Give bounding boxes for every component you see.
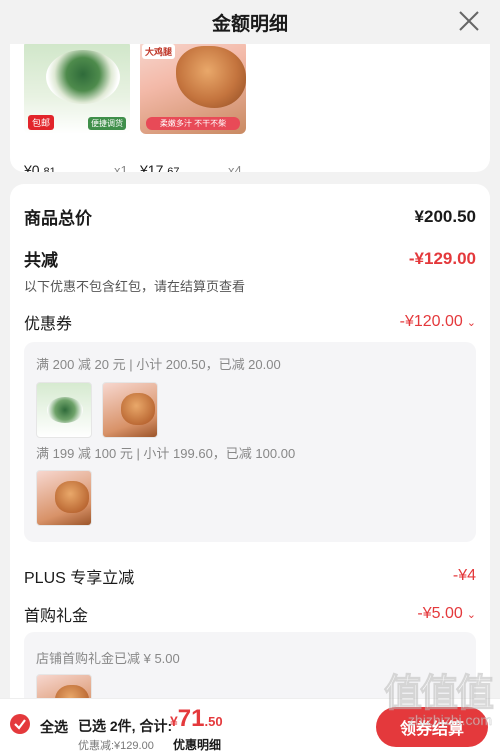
- watermark-url: zhizhizhi.com: [407, 712, 493, 729]
- product-price-2: ¥17.67: [140, 162, 180, 172]
- coupon-item-thumbnail[interactable]: [36, 382, 92, 438]
- check-icon: [14, 719, 26, 730]
- coupon-item-thumbnail[interactable]: [36, 470, 92, 526]
- select-all-label[interactable]: 全选: [40, 717, 68, 737]
- coupon-line-2: 满 199 减 100 元 | 小计 199.60，已减 100.00: [36, 446, 296, 461]
- chevron-down-icon: ⌄: [466, 317, 476, 329]
- promo-badge: 便捷调货: [88, 117, 126, 130]
- product-price-1: ¥0.81: [24, 162, 56, 172]
- total-price-label: 商品总价: [24, 209, 92, 228]
- gift-line: 店铺首购礼金已减 ¥ 5.00: [36, 651, 180, 666]
- header: 金额明细: [0, 0, 500, 44]
- reduce-note: 以下优惠不包含红包，请在结算页查看: [24, 279, 246, 294]
- total-reduce-row: 共减 -¥129.00: [24, 246, 476, 271]
- coupon-row[interactable]: 优惠券 -¥120.00 ⌄: [24, 310, 476, 334]
- plus-row: PLUS 专享立减 -¥4: [24, 564, 476, 588]
- product-qty-2: x4: [228, 163, 242, 172]
- gift-label: 首购礼金: [24, 608, 89, 625]
- total-amount: ¥71.50: [170, 705, 223, 732]
- watermark: 值值值 zhizhizhi.com: [352, 672, 494, 729]
- page-title: 金额明细: [211, 13, 288, 35]
- chevron-down-icon: ⌄: [466, 609, 476, 621]
- coupon-item-thumbnail[interactable]: [102, 382, 158, 438]
- total-reduce-label: 共减: [24, 251, 58, 270]
- watermark-logo: 值值值: [383, 673, 494, 716]
- free-shipping-badge: 包邮: [28, 115, 55, 130]
- chicken-image: [176, 46, 246, 108]
- coupon-detail-box: 满 200 减 20 元 | 小计 200.50，已减 20.00 满 199 …: [24, 342, 476, 542]
- gift-value-group[interactable]: -¥5.00 ⌄: [417, 605, 476, 623]
- amount-detail-card: 商品总价 ¥200.50 共减 -¥129.00 以下优惠不包含红包，请在结算页…: [10, 184, 490, 752]
- gift-row[interactable]: 首购礼金 -¥5.00 ⌄: [24, 602, 476, 626]
- discount-detail-link[interactable]: 优惠明细: [173, 736, 221, 752]
- product-thumbnail-2[interactable]: 大鸡腿 柔嫩多汁 不干不柴: [140, 40, 246, 134]
- total-price-value: ¥200.50: [414, 206, 476, 226]
- soup-image: [46, 50, 120, 104]
- selected-summary: 已选 2件, 合计:: [78, 718, 173, 734]
- total-price-row: 商品总价 ¥200.50: [24, 204, 476, 229]
- product-label: 大鸡腿: [142, 44, 176, 59]
- discount-summary: 优惠减:¥129.00: [78, 740, 154, 752]
- close-icon[interactable]: [456, 8, 482, 34]
- product-thumbnail-1[interactable]: 包邮 便捷调货: [24, 40, 130, 134]
- gift-value: -¥5.00: [417, 605, 463, 622]
- total-reduce-value: -¥129.00: [408, 248, 476, 268]
- product-slogan: 柔嫩多汁 不干不柴: [146, 117, 240, 130]
- coupon-label: 优惠券: [24, 316, 73, 333]
- plus-value: -¥4: [452, 567, 476, 584]
- coupon-value: -¥120.00: [399, 313, 463, 330]
- plus-label: PLUS 专享立减: [24, 570, 135, 587]
- select-all-checkbox[interactable]: [10, 714, 30, 734]
- product-card: 包邮 便捷调货 大鸡腿 柔嫩多汁 不干不柴 ¥0.81 x1 ¥17.67 x4: [10, 30, 490, 172]
- coupon-value-group[interactable]: -¥120.00 ⌄: [400, 313, 476, 331]
- coupon-line-1: 满 200 减 20 元 | 小计 200.50，已减 20.00: [36, 357, 281, 372]
- product-qty-1: x1: [114, 163, 128, 172]
